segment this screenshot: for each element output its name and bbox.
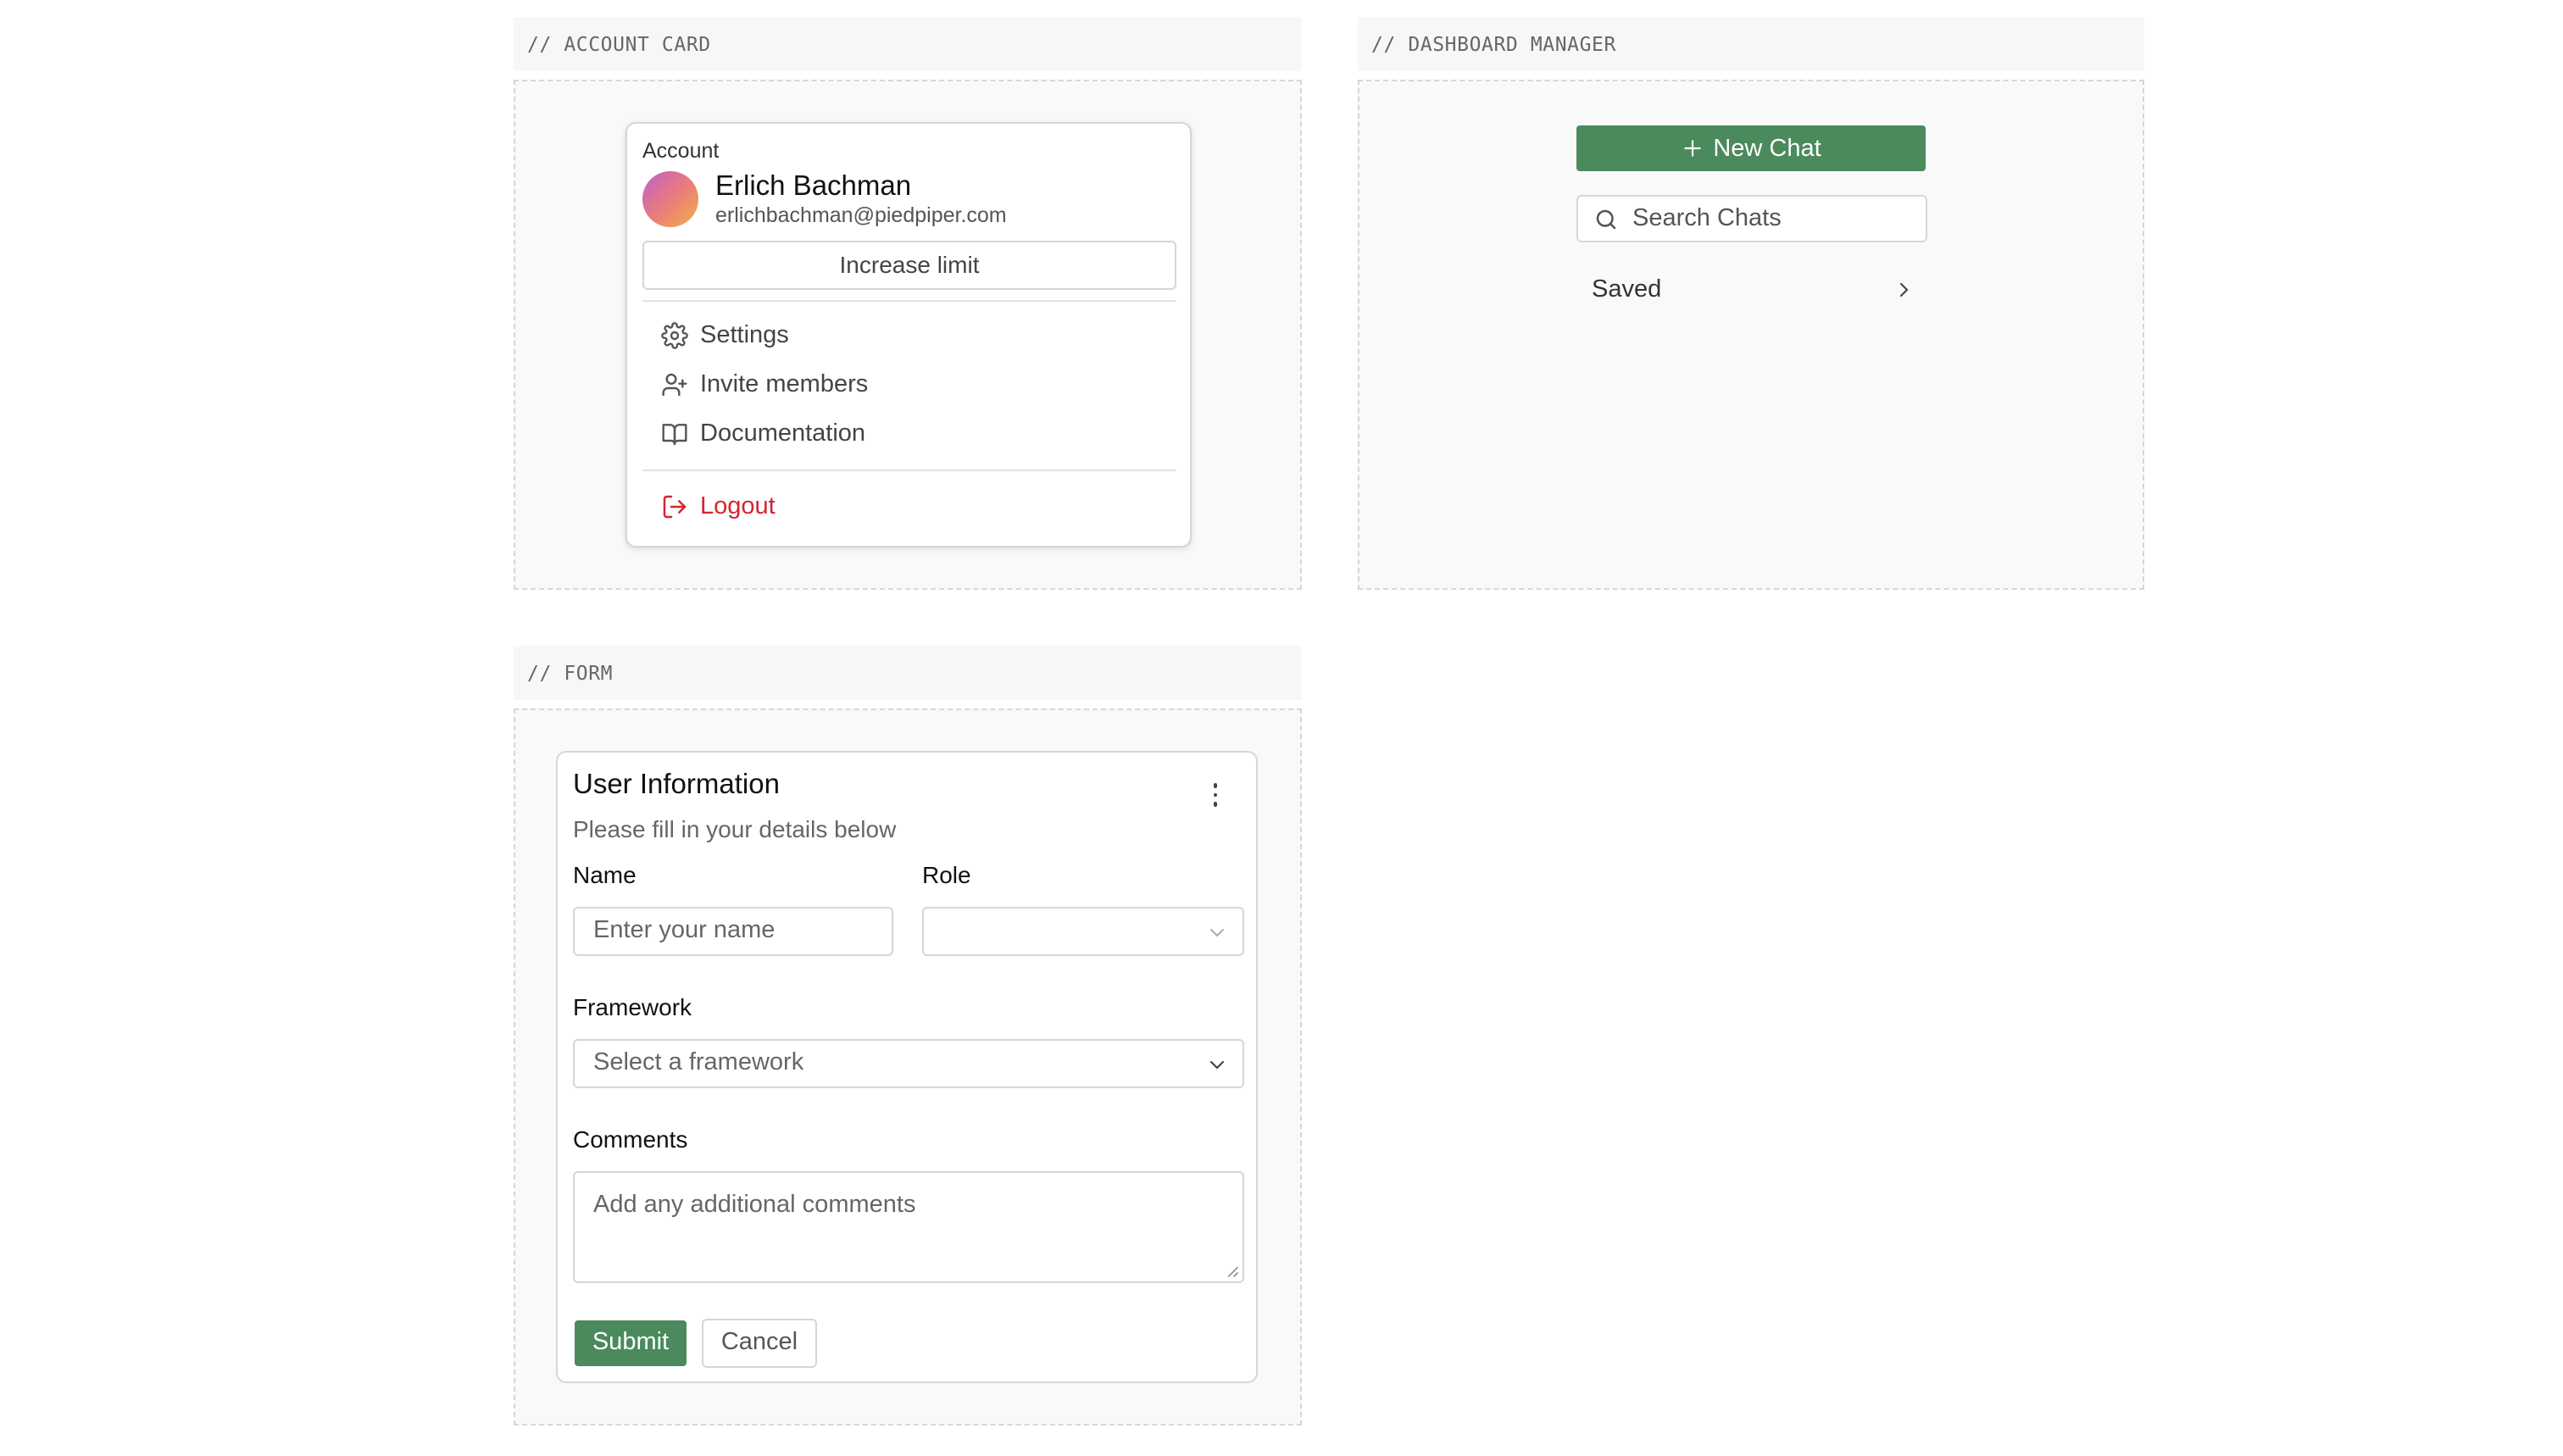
menu-item-label: Documentation [700, 420, 866, 447]
dashboard-frame: New Chat Search Chats Saved [1358, 80, 2144, 590]
framework-placeholder: Select a framework [593, 1049, 804, 1076]
more-options-icon[interactable] [1202, 780, 1229, 810]
user-plus-icon [662, 373, 687, 397]
name-input[interactable]: Enter your name [573, 907, 893, 956]
form-subtitle: Please fill in your details below [573, 815, 897, 842]
divider [642, 470, 1176, 471]
avatar[interactable] [642, 171, 698, 227]
resize-handle-icon[interactable] [1226, 1264, 1239, 1278]
logout-label: Logout [700, 493, 776, 520]
search-icon [1596, 208, 1616, 229]
menu-item-invite-members[interactable]: Invite members [661, 366, 868, 403]
comments-textarea[interactable]: Add any additional comments [573, 1171, 1244, 1283]
chevron-down-icon [1210, 929, 1224, 936]
new-chat-label: New Chat [1713, 135, 1821, 162]
account-heading: Account [642, 139, 720, 163]
saved-label: Saved [1592, 276, 1662, 303]
new-chat-button[interactable]: New Chat [1576, 125, 1926, 171]
role-label: Role [922, 861, 971, 888]
cancel-button[interactable]: Cancel [702, 1319, 817, 1368]
page: // ACCOUNT CARD Account Erlich Bachman e… [0, 0, 2563, 1456]
menu-item-label: Settings [700, 322, 789, 349]
name-label: Name [573, 861, 637, 888]
comments-label: Comments [573, 1125, 688, 1153]
gear-icon [661, 322, 688, 349]
search-chats-input[interactable]: Search Chats [1576, 195, 1927, 242]
search-placeholder: Search Chats [1632, 205, 1782, 232]
submit-button[interactable]: Submit [575, 1320, 687, 1366]
account-card: Account Erlich Bachman erlichbachman@pie… [625, 122, 1192, 547]
section-label-form: // FORM [514, 646, 1302, 700]
role-select[interactable] [922, 907, 1244, 956]
account-email: erlichbachman@piedpiper.com [715, 203, 1007, 227]
chevron-down-icon [1209, 1060, 1225, 1070]
increase-limit-button[interactable]: Increase limit [642, 241, 1176, 290]
framework-label: Framework [573, 993, 692, 1020]
section-label-dashboard-manager: // DASHBOARD MANAGER [1358, 17, 2144, 71]
book-icon [662, 424, 687, 446]
menu-item-documentation[interactable]: Documentation [661, 415, 865, 453]
chevron-right-icon [1899, 282, 1909, 297]
framework-select[interactable]: Select a framework [573, 1039, 1244, 1088]
logout-icon [663, 495, 687, 519]
plus-icon [1683, 140, 1701, 157]
divider [642, 300, 1176, 302]
comments-placeholder: Add any additional comments [593, 1192, 916, 1219]
section-label-account-card: // ACCOUNT CARD [514, 17, 1302, 71]
form-title: User Information [573, 770, 780, 800]
account-name: Erlich Bachman [715, 171, 912, 202]
user-information-card: User Information Please fill in your det… [556, 751, 1258, 1383]
menu-item-logout[interactable]: Logout [661, 488, 776, 525]
menu-item-settings[interactable]: Settings [661, 317, 789, 354]
saved-item[interactable]: Saved [1592, 271, 1914, 308]
form-frame: User Information Please fill in your det… [514, 709, 1302, 1425]
account-card-frame: Account Erlich Bachman erlichbachman@pie… [514, 80, 1302, 590]
menu-item-label: Invite members [700, 371, 869, 398]
